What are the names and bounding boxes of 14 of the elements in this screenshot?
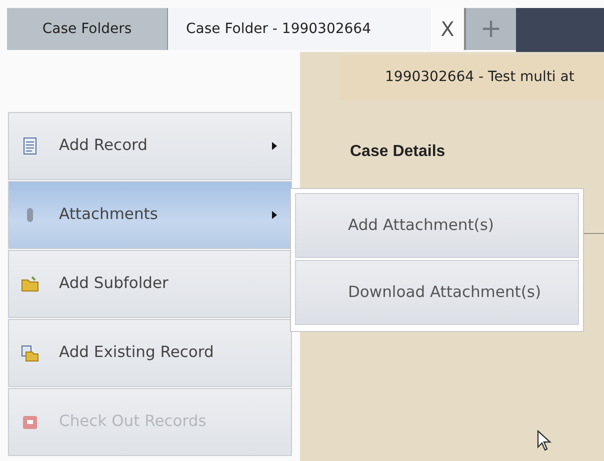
menu-item[interactable]: Add Subfolder: [8, 250, 292, 318]
document-icon: [21, 137, 39, 155]
menu-item[interactable]: Add Existing Record: [8, 319, 292, 387]
lock-icon: [21, 413, 39, 431]
tab[interactable]: Case Folders: [7, 8, 168, 50]
cursor-icon: [537, 430, 553, 452]
folder-icon: [21, 275, 39, 293]
panel-header: 1990302664 - Test multi at: [340, 55, 604, 100]
submenu-item[interactable]: Download Attachment(s): [295, 260, 579, 325]
menu-item[interactable]: Attachments: [8, 181, 292, 249]
tab[interactable]: Case Folder - 1990302664: [168, 8, 431, 50]
submenu-item[interactable]: Add Attachment(s): [295, 193, 579, 258]
folders-icon: [21, 344, 39, 362]
menu-item[interactable]: Add Record: [8, 112, 292, 180]
